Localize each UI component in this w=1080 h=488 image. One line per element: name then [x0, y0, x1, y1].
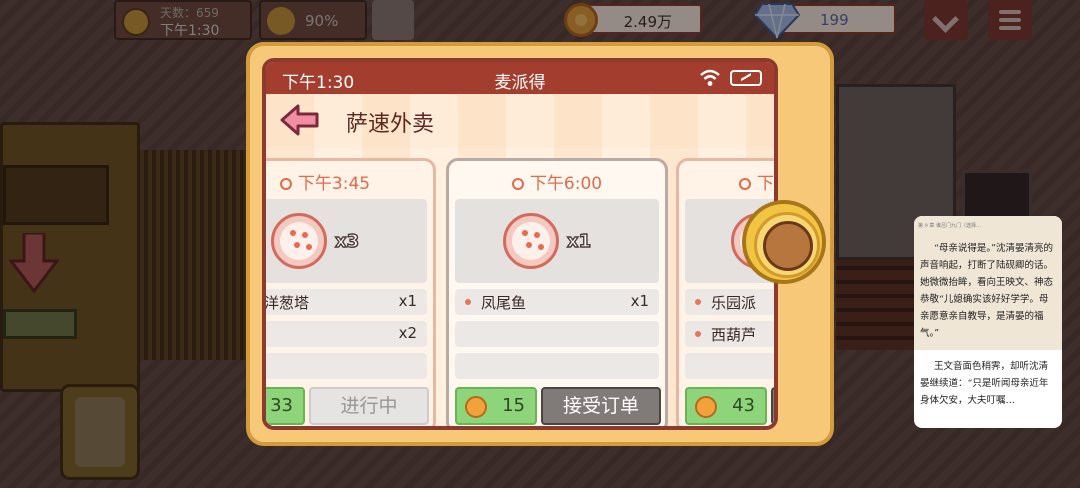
topping-row	[455, 353, 659, 379]
reader-paragraph: 王文音面色稍霁，却听沈清晏继续道：“只是听闻母亲近年身体欠安，大夫叮嘱…	[920, 361, 1049, 406]
bullet-dot	[465, 299, 471, 305]
pizza-quantity: x1	[566, 230, 592, 252]
topping-row: 西葫芦	[685, 321, 774, 347]
topping-count: x1	[630, 292, 649, 310]
delivery-order-list[interactable]: 下午3:45 x3 斯洋葱塔 x1 葱 x2	[266, 148, 774, 426]
app-title: 萨速外卖	[346, 112, 435, 137]
pizza-panel: x1	[455, 199, 659, 283]
topping-name: 西葫芦	[711, 326, 757, 344]
reward-value: 43	[732, 395, 755, 416]
topping-row	[266, 353, 427, 379]
topping-name: 斯洋葱塔	[264, 294, 310, 312]
clock-icon	[739, 178, 751, 190]
battery-charging-icon	[730, 70, 762, 86]
topping-row: 凤尾鱼 x1	[455, 289, 659, 315]
coin-reward: 43	[685, 387, 767, 425]
topping-row	[685, 353, 774, 379]
phone-status-bar: 下午1:30 麦派得	[266, 62, 774, 94]
topping-name: 凤尾鱼	[481, 294, 527, 312]
reward-value: 15	[502, 395, 525, 416]
coin-icon	[465, 396, 487, 418]
phone-screen: 下午1:30 麦派得 萨速外卖 下午3:45 x3 洋葱塔 x1 x2 33 进…	[262, 58, 778, 430]
topping-name: 葱	[262, 324, 264, 345]
status-title: 麦派得	[494, 73, 546, 93]
accept-order-button[interactable]	[771, 387, 774, 425]
order-deadline: 下午3:45	[266, 169, 433, 194]
order-card[interactable]: 下午6:00 x1 凤尾鱼 x1 15 接受订单	[446, 158, 668, 426]
order-deadline: 下	[679, 169, 774, 194]
accept-order-button[interactable]: 接受订单	[541, 387, 661, 425]
pizza-quantity: x3	[334, 230, 360, 252]
order-deadline: 下午6:00	[449, 169, 665, 194]
scroll-knob[interactable]	[742, 200, 826, 284]
topping-row: 葱 x2	[262, 321, 427, 347]
reward-value: 33	[270, 395, 293, 416]
topping-count: x2	[398, 324, 417, 342]
topping-row: 斯洋葱塔 x1	[264, 289, 427, 315]
topping-row	[455, 321, 659, 347]
topping-name: 乐园派	[711, 294, 757, 312]
reader-paragraph: “母亲说得是。”沈清晏清亮的声音响起，打断了陆砚卿的话。她微微抬眸，看向王映文、…	[914, 236, 1062, 350]
coin-reward: 15	[455, 387, 537, 425]
back-arrow-button[interactable]	[280, 104, 320, 136]
reader-chapter-header: 第 9 章 谁吕门九门（选择…	[914, 216, 1062, 236]
coin-reward: 33	[266, 387, 305, 425]
order-card[interactable]: 下午3:45 x3 斯洋葱塔 x1 葱 x2	[262, 158, 436, 426]
topping-row: 乐园派	[685, 289, 774, 315]
app-header: 萨速外卖	[266, 94, 774, 148]
floating-reader-window[interactable]: 第 9 章 谁吕门九门（选择… “母亲说得是。”沈清晏清亮的声音响起，打断了陆砚…	[914, 216, 1062, 428]
pizza-icon	[503, 213, 559, 269]
topping-count: x1	[398, 292, 417, 310]
clock-icon	[511, 178, 524, 190]
bullet-dot	[695, 299, 701, 305]
pizza-panel: x3	[266, 199, 427, 283]
bullet-dot	[695, 331, 701, 337]
order-card[interactable]: 下 乐园派 西葫芦 43	[676, 158, 774, 426]
in-progress-button: 进行中	[309, 387, 429, 425]
clock-icon	[279, 178, 292, 190]
coin-icon	[695, 396, 717, 418]
wifi-icon	[700, 69, 720, 86]
pizza-icon	[271, 213, 327, 269]
